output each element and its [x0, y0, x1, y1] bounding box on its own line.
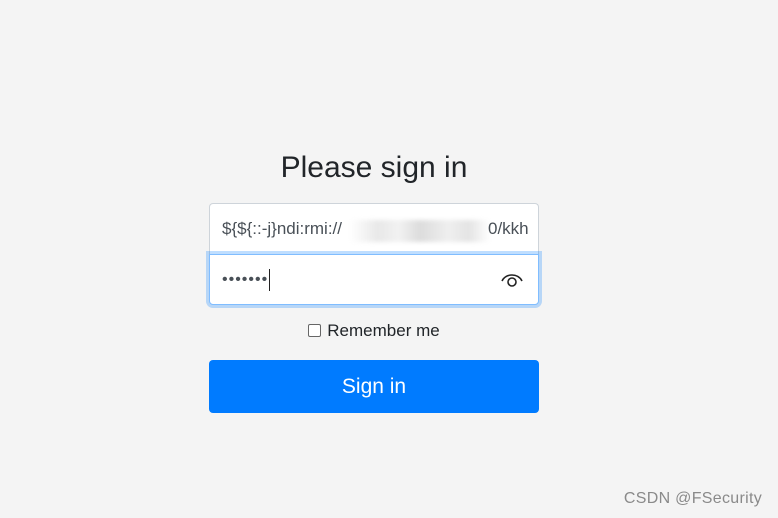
page-title: Please sign in	[280, 151, 468, 184]
remember-me: Remember me	[209, 321, 539, 341]
eye-icon[interactable]	[500, 269, 524, 291]
watermark: CSDN @FSecurity	[623, 490, 762, 507]
username-value-tail: 0/kkh	[488, 219, 529, 238]
login-page: Please sign in ${${::-j}ndi:rmi:// 0/kkh…	[0, 0, 778, 518]
password-input[interactable]: •••••••	[209, 254, 539, 305]
text-caret	[269, 268, 271, 291]
username-input[interactable]: ${${::-j}ndi:rmi:// 0/kkh	[209, 203, 539, 254]
redacted-region	[350, 220, 490, 242]
signin-button[interactable]: Sign in	[209, 360, 539, 413]
signin-form: Please sign in ${${::-j}ndi:rmi:// 0/kkh…	[209, 146, 539, 413]
password-value: •••••••	[222, 270, 269, 288]
remember-checkbox[interactable]	[308, 323, 322, 337]
username-value: ${${::-j}ndi:rmi://	[222, 219, 343, 238]
remember-label[interactable]: Remember me	[327, 321, 439, 341]
